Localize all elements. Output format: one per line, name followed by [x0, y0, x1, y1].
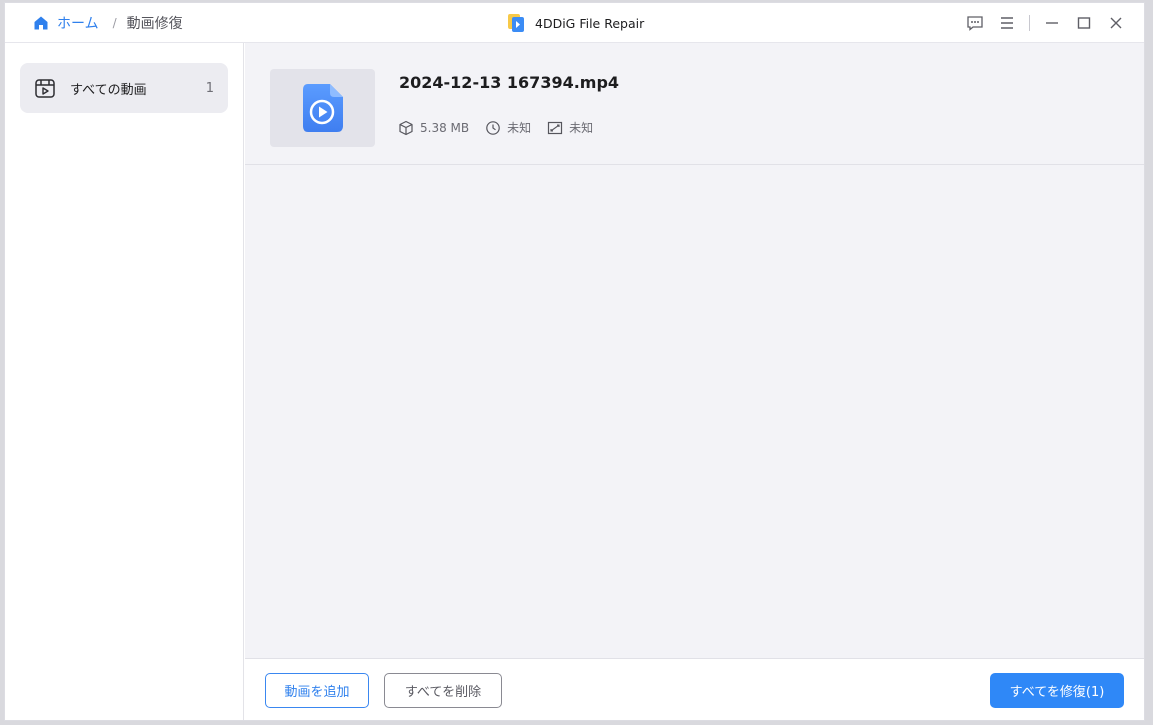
main-panel: 2024-12-13 167394.mp4 5.38 MB 未知 未知 動画を追…	[245, 43, 1144, 720]
breadcrumb: ホーム / 動画修復	[33, 3, 183, 43]
app-title-text: 4DDiG File Repair	[535, 15, 645, 31]
feedback-button[interactable]	[959, 3, 991, 43]
close-button[interactable]	[1100, 3, 1132, 43]
file-thumbnail	[270, 69, 375, 147]
cube-icon	[399, 120, 413, 135]
breadcrumb-home-label: ホーム	[57, 16, 99, 32]
app-window: ホーム / 動画修復 4DDiG File Repair すべての動画 1 20…	[4, 2, 1145, 721]
resolution-icon	[548, 121, 563, 134]
app-title: 4DDiG File Repair	[507, 3, 644, 43]
breadcrumb-home-link[interactable]: ホーム	[33, 13, 99, 33]
menu-button[interactable]	[991, 3, 1023, 43]
file-resolution: 未知	[547, 119, 593, 136]
breadcrumb-current: 動画修復	[126, 16, 183, 32]
menu-icon	[1001, 17, 1013, 29]
maximize-icon	[1077, 17, 1091, 29]
sidebar: すべての動画 1	[5, 43, 244, 720]
file-size-value: 5.38 MB	[420, 120, 470, 135]
sidebar-item-label: すべての動画	[70, 82, 147, 98]
delete-all-button[interactable]: すべてを削除	[384, 673, 502, 708]
maximize-button[interactable]	[1068, 3, 1100, 43]
clock-icon	[486, 120, 500, 135]
close-icon	[1110, 17, 1122, 29]
window-controls	[959, 3, 1132, 43]
action-bar: 動画を追加 すべてを削除 すべてを修復(1)	[245, 658, 1144, 720]
minimize-icon	[1046, 22, 1058, 24]
file-meta: 5.38 MB 未知 未知	[398, 119, 609, 136]
file-size: 5.38 MB	[398, 120, 469, 136]
file-resolution-value: 未知	[569, 121, 594, 135]
file-name: 2024-12-13 167394.mp4	[399, 73, 620, 92]
video-folder-icon	[35, 79, 55, 98]
add-video-button[interactable]: 動画を追加	[265, 673, 369, 708]
minimize-button[interactable]	[1036, 3, 1068, 43]
sidebar-item-count: 1	[205, 80, 214, 96]
app-logo-icon	[508, 14, 524, 32]
sidebar-item-all-videos[interactable]: すべての動画 1	[20, 63, 228, 113]
title-bar: ホーム / 動画修復 4DDiG File Repair	[5, 3, 1144, 43]
file-duration: 未知	[485, 119, 531, 136]
home-icon	[34, 16, 48, 30]
breadcrumb-separator: /	[112, 16, 117, 30]
controls-divider	[1029, 15, 1030, 31]
file-duration-value: 未知	[507, 121, 532, 135]
video-file-icon	[302, 84, 343, 132]
file-item[interactable]: 2024-12-13 167394.mp4 5.38 MB 未知 未知	[245, 43, 1144, 165]
repair-all-button[interactable]: すべてを修復(1)	[990, 673, 1124, 708]
feedback-icon	[967, 16, 983, 31]
